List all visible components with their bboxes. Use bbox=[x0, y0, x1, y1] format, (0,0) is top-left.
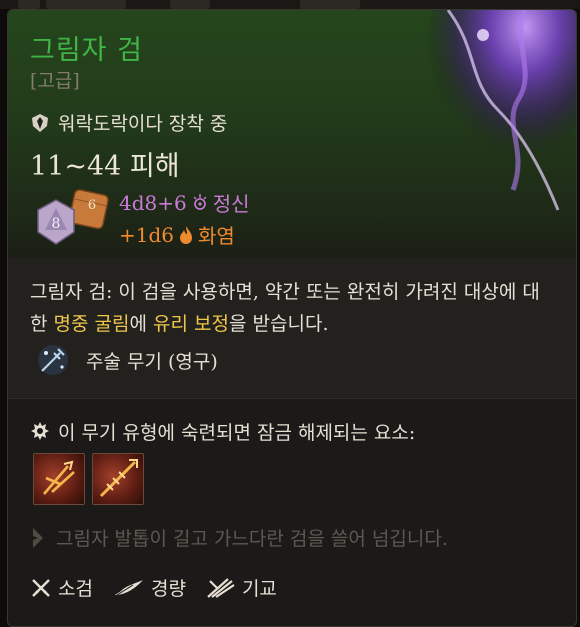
finesse-icon bbox=[207, 577, 235, 598]
property-tag-shortsword[interactable]: 소검 bbox=[30, 574, 93, 601]
damage-dice-icon: 6 8 bbox=[37, 189, 109, 245]
feather-icon bbox=[114, 579, 143, 595]
item-rarity: [고급] bbox=[30, 70, 80, 92]
description-text: 을 받습니다. bbox=[229, 313, 329, 335]
hotbar-slot bbox=[170, 0, 210, 9]
equipped-icon bbox=[32, 113, 48, 132]
d6-label: 6 bbox=[88, 198, 96, 213]
hotbar-slot bbox=[300, 0, 360, 9]
pierce-action-icon bbox=[99, 459, 138, 498]
damage-type: 화염 bbox=[198, 224, 235, 248]
description-text: 에 bbox=[129, 313, 154, 335]
property-label: 경량 bbox=[150, 578, 186, 600]
item-tooltip: 그림자 검 [고급] 워락도락이다 장착 중 11~44 피해 6 8 4d8+… bbox=[7, 9, 577, 627]
equipped-text: 워락도락이다 장착 중 bbox=[58, 113, 228, 135]
spell-tag-label: 주술 무기 (영구) bbox=[86, 350, 218, 373]
property-tag-light[interactable]: 경량 bbox=[113, 574, 186, 601]
quill-marker-icon bbox=[33, 527, 43, 548]
slash-action-icon bbox=[43, 460, 75, 495]
property-label: 소검 bbox=[58, 578, 93, 600]
damage-formula: 4d8+6 bbox=[119, 190, 187, 215]
weapon-action-icon-1[interactable] bbox=[33, 453, 85, 505]
lore-text: 그림자 발톱이 길고 가느다란 검을 쓸어 넘깁니다. bbox=[56, 528, 448, 550]
crossed-daggers-icon bbox=[32, 578, 50, 597]
psychic-icon bbox=[193, 193, 207, 210]
weapon-properties: 소검 경량 기교 bbox=[30, 574, 297, 601]
item-name: 그림자 검 bbox=[30, 35, 143, 66]
damage-line-psychic: 4d8+6 정신 bbox=[119, 188, 250, 217]
proficiency-text: 이 무기 유형에 숙련되면 잠금 해제되는 요소: bbox=[58, 422, 416, 444]
equipped-row: 워락도락이다 장착 중 bbox=[30, 109, 227, 136]
damage-type: 정신 bbox=[212, 192, 250, 216]
d8-label: 8 bbox=[52, 216, 61, 232]
keyword-advantage[interactable]: 유리 보정 bbox=[153, 313, 229, 335]
spell-tag-row: 주술 무기 (영구) bbox=[36, 343, 218, 377]
damage-formula: +1d6 bbox=[119, 222, 175, 247]
pact-weapon-icon bbox=[38, 345, 68, 375]
header-notch bbox=[288, 250, 304, 258]
item-description: 그림자 검: 이 검을 사용하면, 약간 또는 완전히 가려진 대상에 대한 명… bbox=[30, 276, 550, 340]
property-label: 기교 bbox=[241, 578, 277, 600]
damage-line-fire: +1d6 화염 bbox=[119, 220, 235, 249]
hotbar-slot bbox=[46, 0, 126, 9]
proficiency-unlock-row: 이 무기 유형에 숙련되면 잠금 해제되는 요소: bbox=[30, 418, 415, 445]
lore-row: 그림자 발톱이 길고 가느다란 검을 쓸어 넘깁니다. bbox=[30, 524, 448, 551]
weapon-action-icon-2[interactable] bbox=[92, 453, 144, 505]
lock-burst-icon bbox=[31, 421, 49, 440]
item-art-nebula bbox=[423, 10, 576, 211]
damage-range: 11~44 피해 bbox=[30, 151, 180, 182]
section-divider bbox=[8, 398, 576, 399]
fire-icon bbox=[180, 225, 193, 244]
keyword-attack-roll[interactable]: 명중 굴림 bbox=[54, 313, 130, 335]
property-tag-finesse[interactable]: 기교 bbox=[206, 574, 277, 601]
background-hotbar-strip bbox=[0, 0, 580, 9]
hotbar-slot bbox=[18, 0, 40, 9]
